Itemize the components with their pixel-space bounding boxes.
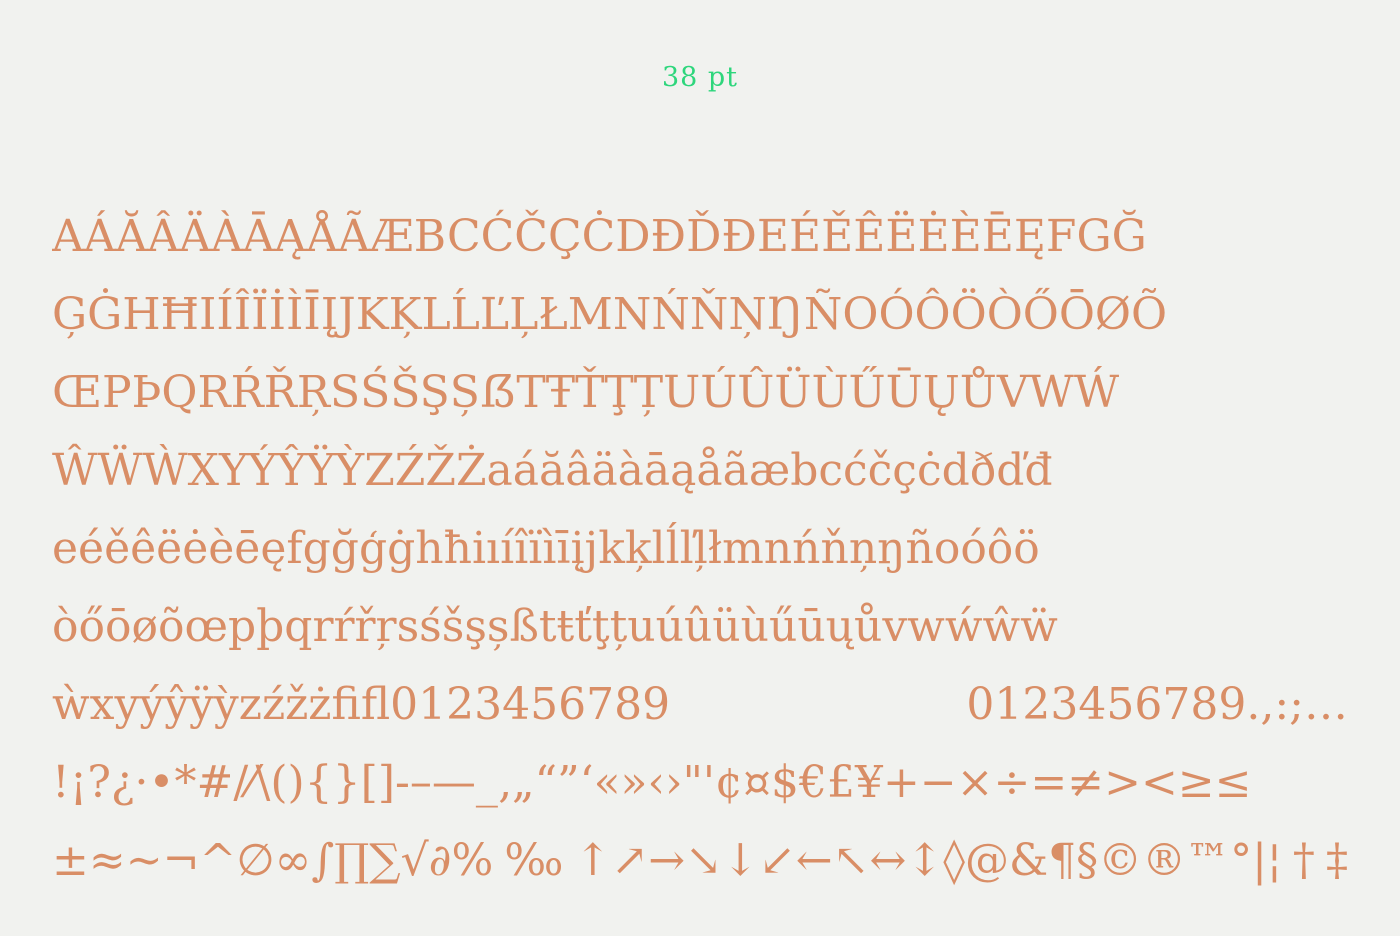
glyph-row-lowercase-1: eéěêëėèēęfgğģġhħiıíîïìīįjkķlĺľļłmnńňņŋño… <box>52 523 1040 574</box>
glyph-row-figures: ẁxyýŷÿỳzźžżﬁﬂ0123456789 0123456789.,:;… <box>52 679 1348 730</box>
glyph-row-uppercase-3: ŒPÞQRŔŘŖSŚŠŞȘẞTŦŤŢȚUÚÛÜÙŰŪŲŮVWẂ <box>52 367 1120 418</box>
glyph-row-symbols: ±≈~¬^∅∞∫∏∑√∂%‰↑↗→↘↓↙←↖↔↕◊@&¶§©®™°|¦†‡ <box>52 835 1348 886</box>
glyph-set: AÁĂÂÄÀĀĄÅÃÆBCĆČÇĊDĐĎĐEÉĚÊËĖÈĒĘFGĞ ĢĠHĦIÍ… <box>52 198 1348 900</box>
glyph-row-uppercase-1: AÁĂÂÄÀĀĄÅÃÆBCĆČÇĊDĐĎĐEÉĚÊËĖÈĒĘFGĞ <box>52 211 1147 262</box>
glyph-row-lowercase-2: òőōøõœpþqrŕřŗsśšşșßtŧťţțuúûüùűūųůvwẃŵẅ <box>52 601 1058 652</box>
point-size-label: 38 pt <box>661 62 739 93</box>
glyph-row-mixed: ŴẄẀXYÝŶŸỲZŹŽŻaáăâäàāąåãæbcćčçċdðďđ <box>52 445 1053 496</box>
glyph-row-punctuation: !¡?¿·•*#/⁄\(){}[]-–—_‚„“”‘«»‹›"'¢¤$€£¥+−… <box>52 757 1252 808</box>
glyph-row-uppercase-2: ĢĠHĦIÍÎÏİÌĪĮJKĶLĹĽĻŁMNŃŇŅŊÑOÓÔÖÒŐŌØÕ <box>52 289 1168 340</box>
